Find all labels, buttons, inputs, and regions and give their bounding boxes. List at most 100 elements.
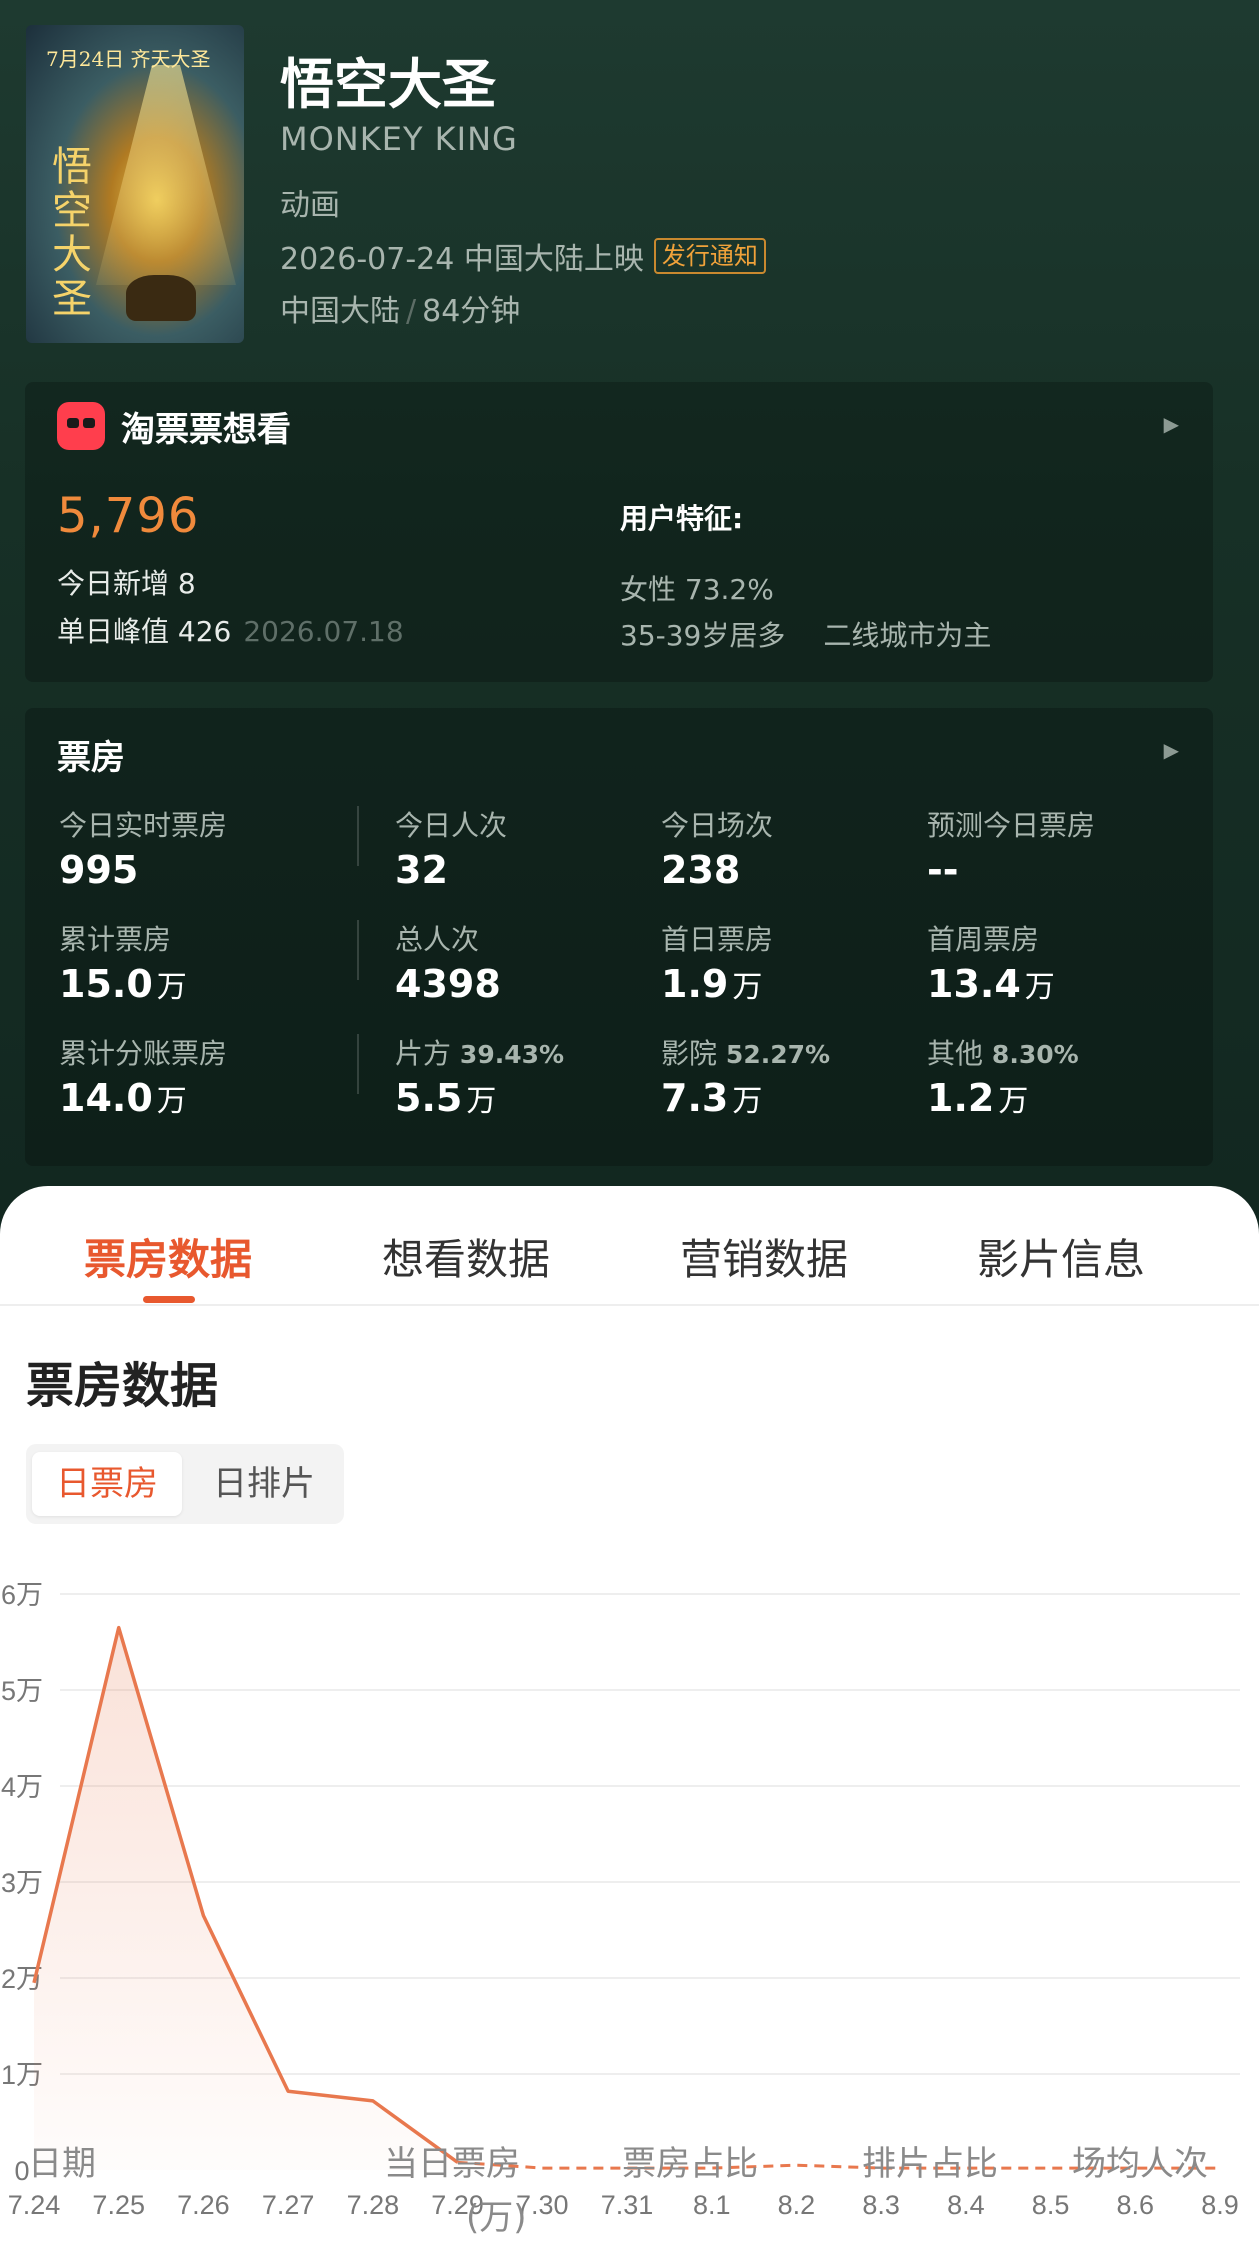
stat-today-screenings: 今日场次 238 <box>661 804 921 892</box>
film-header-background: 7月24日 齐天大圣 悟空大圣 悟空大圣 MONKEY KING 动画 2026… <box>0 0 1259 1240</box>
daily-schedule-option[interactable]: 日排片 <box>194 1452 334 1516</box>
film-english-title: MONKEY KING <box>280 120 518 158</box>
x-tick-label: 8.1 <box>693 2190 731 2220</box>
film-region: 中国大陆 <box>280 294 400 329</box>
data-point <box>1218 2166 1222 2170</box>
want-peak-value: 单日峰值 426 <box>57 615 232 648</box>
film-duration: 84分钟 <box>422 294 521 329</box>
stat-label: 预测今日票房 <box>927 809 1096 842</box>
stat-total-box: 累计票房 15.0 万 <box>59 918 319 1006</box>
chart-mode-toggle: 日票房 日排片 <box>26 1444 344 1524</box>
film-release: 2026-07-24 中国大陆上映 发行通知 <box>280 234 766 278</box>
x-tick-label: 8.5 <box>1032 2190 1070 2220</box>
x-tick-label: 8.9 <box>1201 2190 1239 2220</box>
release-notice-badge[interactable]: 发行通知 <box>653 238 766 274</box>
x-tick-label: 8.4 <box>947 2190 985 2220</box>
stat-label: 今日场次 <box>661 809 774 842</box>
col-header-schedule-share[interactable]: 排片占比 <box>862 2136 998 2185</box>
meta-separator: / <box>406 294 417 329</box>
stat-other-share: 其他 8.30% 1.2 万 <box>927 1032 1187 1120</box>
want-peak: 单日峰值 426 2026.07.18 <box>57 610 404 650</box>
divider <box>357 806 359 866</box>
user-female-ratio: 女性 73.2% <box>620 573 774 606</box>
tab-marketing-data[interactable]: 营销数据 <box>680 1226 848 1287</box>
want-card-title: 淘票票想看 <box>121 410 291 450</box>
stat-producer-share: 片方 39.43% 5.5 万 <box>395 1032 655 1120</box>
stat-value: 995 <box>59 848 139 892</box>
daily-box-office-option[interactable]: 日票房 <box>32 1452 182 1516</box>
stat-total-admissions: 总人次 4398 <box>395 918 655 1006</box>
stat-label: 片方 39.43% <box>395 1037 565 1070</box>
x-tick-label: 7.28 <box>347 2190 400 2220</box>
x-tick-label: 8.2 <box>778 2190 816 2220</box>
tab-want-data[interactable]: 想看数据 <box>382 1226 550 1287</box>
film-genre: 动画 <box>280 188 340 223</box>
stat-value: 15.0 万 <box>59 962 187 1006</box>
data-point <box>117 1626 121 1630</box>
x-tick-label: 7.25 <box>92 2190 145 2220</box>
stat-total-split-box: 累计分账票房 14.0 万 <box>59 1032 319 1120</box>
chevron-right-icon[interactable]: ▶ <box>1164 412 1179 436</box>
tab-film-info[interactable]: 影片信息 <box>977 1226 1145 1287</box>
x-tick-label: 7.26 <box>177 2190 230 2220</box>
col-header-daily-box[interactable]: 当日票房 <box>384 2136 520 2185</box>
stat-label: 总人次 <box>395 923 480 956</box>
poster-light-rays <box>96 65 236 285</box>
want-to-see-card[interactable]: 淘票票想看 ▶ 5,796 今日新增 8 单日峰值 426 2026.07.18 … <box>25 382 1213 682</box>
stat-label: 首周票房 <box>927 923 1040 956</box>
stat-first-week-box: 首周票房 13.4 万 <box>927 918 1187 1006</box>
divider <box>357 1034 359 1094</box>
box-office-card[interactable]: 票房 ▶ 今日实时票房 995 今日人次 32 今日场次 238 预测今日票房 … <box>25 708 1213 1166</box>
data-point <box>32 1981 36 1985</box>
col-header-avg-admissions[interactable]: 场均人次 <box>1072 2136 1208 2185</box>
film-title: 悟空大圣 <box>280 53 496 116</box>
y-tick-label: 6万 <box>1 1580 43 1610</box>
film-meta: 中国大陆/84分钟 <box>280 286 520 330</box>
stat-label: 今日人次 <box>395 809 508 842</box>
y-tick-label: 3万 <box>1 1868 43 1898</box>
active-tab-indicator <box>143 1296 195 1303</box>
stat-value: 238 <box>661 848 741 892</box>
stat-value: 1.9 万 <box>661 962 763 1006</box>
stat-value: 13.4 万 <box>927 962 1055 1006</box>
poster-top-text: 7月24日 齐天大圣 <box>46 47 211 71</box>
stat-today-realtime-box: 今日实时票房 995 <box>59 804 319 892</box>
taopiaopiao-logo-icon <box>57 402 105 450</box>
stat-label: 首日票房 <box>661 923 774 956</box>
data-point <box>201 1914 205 1918</box>
stat-today-admissions: 今日人次 32 <box>395 804 655 892</box>
want-count: 5,796 <box>57 488 200 544</box>
stat-value: -- <box>927 848 959 892</box>
col-header-daily-box-unit: (万) <box>466 2198 527 2238</box>
col-header-date[interactable]: 日期 <box>28 2136 96 2185</box>
stat-value: 7.3 万 <box>661 1076 763 1120</box>
data-point <box>1049 2166 1053 2170</box>
data-point <box>540 2166 544 2170</box>
stat-value: 4398 <box>395 962 501 1006</box>
stat-first-day-box: 首日票房 1.9 万 <box>661 918 921 1006</box>
data-panel: 票房数据 想看数据 营销数据 影片信息 票房数据 日票房 日排片 0 1万 2万 3万… <box>0 1186 1259 2244</box>
user-features-title: 用户特征: <box>620 502 744 535</box>
user-city: 二线城市为主 <box>823 619 992 652</box>
stat-label: 影院 52.27% <box>661 1037 831 1070</box>
tab-box-office-data[interactable]: 票房数据 <box>84 1226 252 1287</box>
stat-label: 累计票房 <box>59 923 172 956</box>
tab-bar: 票房数据 想看数据 营销数据 影片信息 <box>0 1186 1259 1306</box>
user-demographics: 35-39岁居多 二线城市为主 <box>620 614 991 654</box>
x-tick-label: 7.24 <box>8 2190 61 2220</box>
col-header-box-share[interactable]: 票房占比 <box>622 2136 758 2185</box>
chevron-right-icon[interactable]: ▶ <box>1164 738 1179 762</box>
stat-forecast-today: 预测今日票房 -- <box>927 804 1187 892</box>
user-age: 35-39岁居多 <box>620 619 786 652</box>
y-tick-label: 4万 <box>1 1772 43 1802</box>
film-poster[interactable]: 7月24日 齐天大圣 悟空大圣 <box>26 25 244 343</box>
stat-value: 1.2 万 <box>927 1076 1029 1120</box>
want-today-new: 今日新增 8 <box>57 567 196 600</box>
x-tick-label: 8.3 <box>862 2190 900 2220</box>
x-tick-label: 7.31 <box>601 2190 654 2220</box>
stat-label: 累计分账票房 <box>59 1037 228 1070</box>
data-point <box>371 2099 375 2103</box>
section-title: 票房数据 <box>26 1358 219 1414</box>
poster-urn <box>126 275 196 321</box>
want-peak-date: 2026.07.18 <box>243 615 404 648</box>
